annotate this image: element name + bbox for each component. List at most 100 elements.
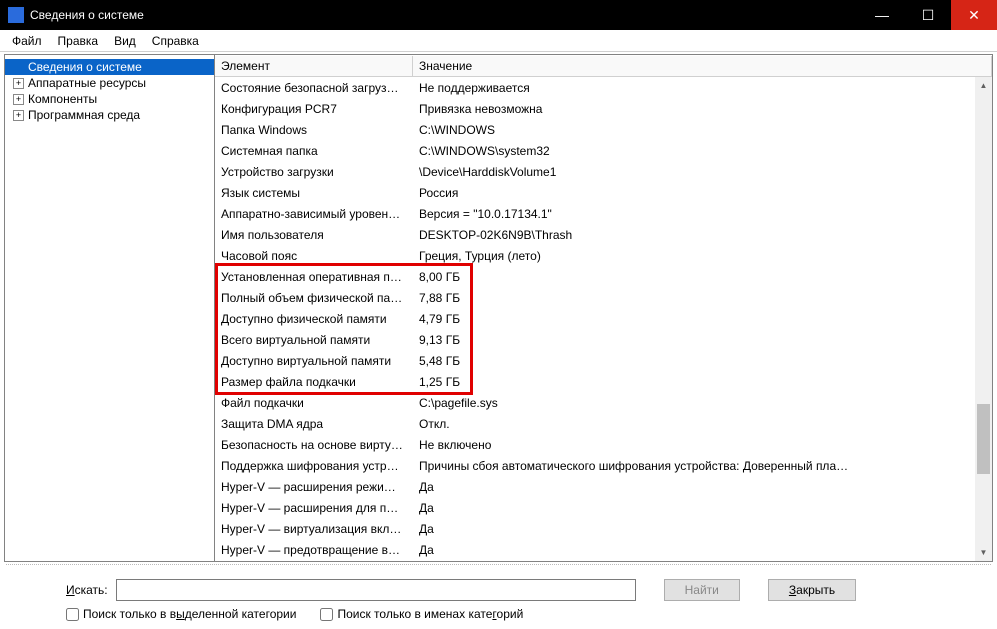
scroll-thumb[interactable] [977,404,990,474]
expand-spacer [13,62,24,73]
list-header[interactable]: Элемент Значение [215,55,992,77]
app-icon [8,7,24,23]
tree-item-label: Компоненты [28,92,97,106]
list-row[interactable]: Доступно физической памяти4,79 ГБ [215,308,975,329]
cell-value: Привязка невозможна [413,102,975,116]
cell-key: Папка Windows [215,123,413,137]
cell-key: Hyper-V — расширения для п… [215,501,413,515]
tree-item-label: Аппаратные ресурсы [28,76,146,90]
scroll-down-icon[interactable]: ▼ [975,544,992,561]
cell-key: Аппаратно-зависимый уровен… [215,207,413,221]
cell-key: Поддержка шифрования устр… [215,459,413,473]
vertical-scrollbar[interactable]: ▲ ▼ [975,77,992,561]
tree-item[interactable]: + Аппаратные ресурсы [5,75,214,91]
expand-icon[interactable]: + [13,110,24,121]
minimize-button[interactable]: — [859,0,905,30]
find-button[interactable]: Найти [664,579,740,601]
cell-key: Язык системы [215,186,413,200]
list-row[interactable]: Hyper-V — расширения для п…Да [215,497,975,518]
cell-key: Часовой пояс [215,249,413,263]
cell-value: Греция, Турция (лето) [413,249,975,263]
list-row[interactable]: Защита DMA ядраОткл. [215,413,975,434]
chk-category-names[interactable]: Поиск только в именах категорий [320,607,523,621]
cell-value: Версия = "10.0.17134.1" [413,207,975,221]
list-row[interactable]: Hyper-V — расширения режи…Да [215,476,975,497]
list-row[interactable]: Файл подкачкиC:\pagefile.sys [215,392,975,413]
chk-selected-category-label: Поиск только в выделенной категории [83,607,296,621]
list-row[interactable]: Аппаратно-зависимый уровен…Версия = "10.… [215,203,975,224]
cell-key: Доступно виртуальной памяти [215,354,413,368]
list-row[interactable]: Hyper-V — предотвращение в…Да [215,539,975,560]
list-row[interactable]: Поддержка шифрования устр…Причины сбоя а… [215,455,975,476]
window: Сведения о системе — ☐ ✕ Файл Правка Вид… [0,0,997,629]
client-area: Сведения о системе + Аппаратные ресурсы + Ко… [0,52,997,629]
tree-item[interactable]: Сведения о системе [5,59,214,75]
list-row[interactable]: Состояние безопасной загруз…Не поддержив… [215,77,975,98]
cell-value: C:\WINDOWS [413,123,975,137]
cell-value: Причины сбоя автоматического шифрования … [413,459,975,473]
titlebar[interactable]: Сведения о системе — ☐ ✕ [0,0,997,30]
chk-category-names-label: Поиск только в именах категорий [337,607,523,621]
list-row[interactable]: Всего виртуальной памяти9,13 ГБ [215,329,975,350]
list-row[interactable]: Конфигурация PCR7Привязка невозможна [215,98,975,119]
list-row[interactable]: Доступно виртуальной памяти5,48 ГБ [215,350,975,371]
search-label: Искать: [66,583,108,597]
cell-key: Безопасность на основе вирту… [215,438,413,452]
list-row[interactable]: Устройство загрузки\Device\HarddiskVolum… [215,161,975,182]
tree-item-label: Программная среда [28,108,140,122]
expand-icon[interactable]: + [13,94,24,105]
cell-value: 9,13 ГБ [413,333,975,347]
cell-value: Да [413,543,975,557]
cell-key: Файл подкачки [215,396,413,410]
column-header-value[interactable]: Значение [413,56,992,76]
chk-category-names-box[interactable] [320,608,333,621]
list-row[interactable]: Папка WindowsC:\WINDOWS [215,119,975,140]
cell-value: C:\pagefile.sys [413,396,975,410]
search-input[interactable] [116,579,636,601]
chk-selected-category-box[interactable] [66,608,79,621]
maximize-button[interactable]: ☐ [905,0,951,30]
cell-key: Hyper-V — предотвращение в… [215,543,413,557]
column-header-element[interactable]: Элемент [215,56,413,76]
tree-item[interactable]: + Компоненты [5,91,214,107]
cell-value: Россия [413,186,975,200]
list-row[interactable]: Системная папкаC:\WINDOWS\system32 [215,140,975,161]
cell-value: 4,79 ГБ [413,312,975,326]
cell-value: Да [413,501,975,515]
scroll-track[interactable] [975,94,992,544]
scroll-up-icon[interactable]: ▲ [975,77,992,94]
close-search-button[interactable]: Закрыть [768,579,856,601]
cell-key: Всего виртуальной памяти [215,333,413,347]
list-row[interactable]: Размер файла подкачки1,25 ГБ [215,371,975,392]
tree-item[interactable]: + Программная среда [5,107,214,123]
list-row[interactable]: Имя пользователяDESKTOP-02K6N9B\Thrash [215,224,975,245]
cell-key: Доступно физической памяти [215,312,413,326]
cell-value: Откл. [413,417,975,431]
cell-key: Состояние безопасной загруз… [215,81,413,95]
cell-key: Защита DMA ядра [215,417,413,431]
menu-file[interactable]: Файл [4,32,50,50]
menu-help[interactable]: Справка [144,32,207,50]
list-pane: Элемент Значение Состояние безопасной за… [215,55,992,561]
cell-value: 7,88 ГБ [413,291,975,305]
list-row[interactable]: Hyper-V — виртуализация вкл…Да [215,518,975,539]
list-row[interactable]: Полный объем физической па…7,88 ГБ [215,287,975,308]
close-button[interactable]: ✕ [951,0,997,30]
list-row[interactable]: Установленная оперативная п…8,00 ГБ [215,266,975,287]
chk-selected-category[interactable]: Поиск только в выделенной категории [66,607,296,621]
menu-edit[interactable]: Правка [50,32,107,50]
cell-key: Hyper-V — виртуализация вкл… [215,522,413,536]
menu-view[interactable]: Вид [106,32,144,50]
list-row[interactable]: Безопасность на основе вирту…Не включено [215,434,975,455]
rows-container: Состояние безопасной загруз…Не поддержив… [215,77,975,560]
tree-pane[interactable]: Сведения о системе + Аппаратные ресурсы + Ко… [5,55,215,561]
expand-icon[interactable]: + [13,78,24,89]
cell-value: 1,25 ГБ [413,375,975,389]
cell-key: Устройство загрузки [215,165,413,179]
list-row[interactable]: Язык системыРоссия [215,182,975,203]
list-row[interactable]: Часовой поясГреция, Турция (лето) [215,245,975,266]
cell-key: Конфигурация PCR7 [215,102,413,116]
cell-value: Не включено [413,438,975,452]
cell-value: Да [413,522,975,536]
cell-key: Полный объем физической па… [215,291,413,305]
